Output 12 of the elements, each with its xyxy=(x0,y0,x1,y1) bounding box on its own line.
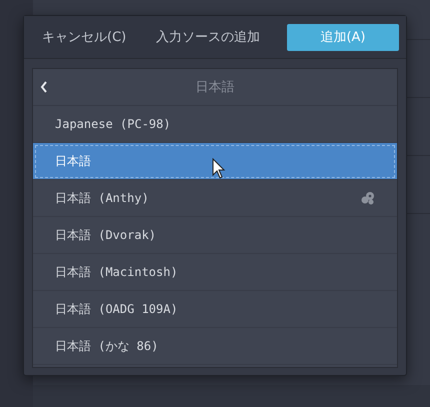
gears-icon[interactable] xyxy=(360,191,376,205)
list-item[interactable]: 日本語 (Macintosh) xyxy=(33,254,397,291)
pointer-icon xyxy=(212,158,226,180)
list-item[interactable]: 日本語 (Anthy) xyxy=(33,180,397,217)
back-icon[interactable] xyxy=(40,81,48,93)
list-item[interactable]: 日本語 xyxy=(33,143,397,180)
list-item[interactable]: 日本語 (かな 86) xyxy=(33,328,397,365)
cancel-button[interactable]: キャンセル(C) xyxy=(34,24,134,50)
list-item[interactable]: 日本語 (OADG 109A) xyxy=(33,291,397,328)
dialog-title: 入力ソースの追加 xyxy=(156,29,262,46)
list-item[interactable]: 日本語 (Dvorak) xyxy=(33,217,397,254)
list-title: 日本語 xyxy=(196,79,234,96)
